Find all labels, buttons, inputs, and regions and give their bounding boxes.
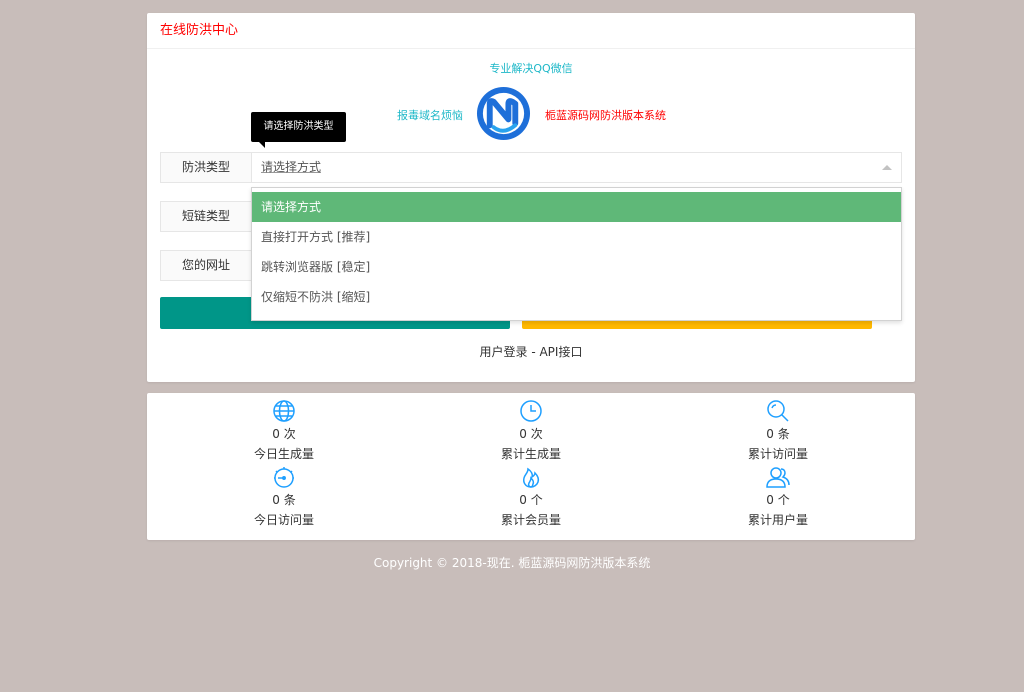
stat-value: 0 次 xyxy=(519,427,543,441)
fanghong-type-row: 防洪类型 请选择方式 xyxy=(160,152,902,183)
fire-icon xyxy=(523,467,540,488)
stat-value: 0 条 xyxy=(272,493,296,507)
stats-card: 0 次 今日生成量 0 次 累计生成量 0 条 累计访问量 0 条 今日访问量 xyxy=(147,393,915,540)
stat-label: 今日生成量 xyxy=(253,447,314,461)
stat-value: 0 次 xyxy=(272,427,296,441)
globe-icon xyxy=(273,400,295,422)
stat-label: 累计会员量 xyxy=(500,513,561,527)
login-api-links[interactable]: 用户登录 - API接口 xyxy=(147,343,915,360)
dropdown-option[interactable]: 直接打开方式 [推荐] xyxy=(252,222,901,252)
caret-up-icon xyxy=(882,165,892,170)
stat-value: 0 条 xyxy=(766,427,790,441)
promo-right-text: 栀蓝源码网防洪版本系统 xyxy=(545,109,666,122)
card-header: 在线防洪中心 xyxy=(147,13,915,49)
fanghong-type-dropdown: 请选择方式 直接打开方式 [推荐] 跳转浏览器版 [稳定] 仅缩短不防洪 [缩短… xyxy=(251,187,902,321)
users-icon xyxy=(766,467,790,488)
fanghong-type-select[interactable]: 请选择方式 xyxy=(251,152,902,183)
stat-value: 0 个 xyxy=(519,493,543,507)
dropdown-option[interactable]: 跳转浏览器版 [稳定] xyxy=(252,252,901,282)
stat-value: 0 个 xyxy=(766,493,790,507)
stat-label: 累计访问量 xyxy=(747,447,808,461)
stat-total-visits: 0 条 累计访问量 xyxy=(718,399,838,463)
main-card: 在线防洪中心 专业解决QQ微信 报毒域名烦恼 栀蓝源码网防洪版本系统 防洪类型 … xyxy=(147,13,915,382)
dropdown-option[interactable]: 仅缩短不防洪 [缩短] xyxy=(252,282,901,312)
stat-total-members: 0 个 累计会员量 xyxy=(471,465,591,529)
fanghong-type-label: 防洪类型 xyxy=(160,152,251,183)
dropdown-option[interactable]: 请选择方式 xyxy=(252,192,901,222)
duanlian-type-label: 短链类型 xyxy=(160,201,251,232)
footer-copyright: Copyright © 2018-现在. 栀蓝源码网防洪版本系统 xyxy=(373,556,651,570)
promo-left-text: 报毒域名烦恼 xyxy=(397,109,463,122)
clock-icon xyxy=(520,400,542,422)
stat-label: 累计用户量 xyxy=(747,513,808,527)
stat-today-generated: 0 次 今日生成量 xyxy=(224,399,344,463)
tooltip: 请选择防洪类型 xyxy=(251,112,346,148)
promo-top-text: 专业解决QQ微信 xyxy=(489,62,573,75)
search-icon xyxy=(767,400,789,422)
stat-today-visits: 0 条 今日访问量 xyxy=(224,465,344,529)
stat-label: 今日访问量 xyxy=(253,513,314,527)
stat-label: 累计生成量 xyxy=(500,447,561,461)
stat-total-generated: 0 次 累计生成量 xyxy=(471,399,591,463)
logo-icon xyxy=(476,86,531,141)
gauge-icon xyxy=(274,467,294,488)
stat-total-users: 0 个 累计用户量 xyxy=(718,465,838,529)
url-label: 您的网址 xyxy=(160,250,251,281)
fanghong-type-value: 请选择方式 xyxy=(261,160,322,174)
page-title: 在线防洪中心 xyxy=(160,23,239,38)
